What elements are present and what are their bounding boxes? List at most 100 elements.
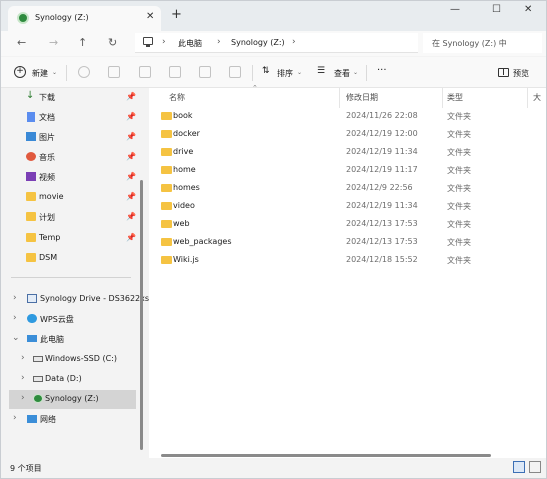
pin-icon[interactable]: 📌: [126, 92, 136, 101]
column-header-name[interactable]: 名称: [169, 92, 185, 103]
copy-icon[interactable]: [108, 66, 120, 78]
address-bar[interactable]: › 此电脑 › Synology (Z:) ›: [135, 33, 418, 53]
tiles-view-icon[interactable]: [529, 461, 541, 473]
tab-close-icon[interactable]: ✕: [146, 11, 154, 22]
chevron-right-icon[interactable]: ›: [21, 353, 25, 363]
paste-icon[interactable]: [139, 66, 151, 78]
close-window-button[interactable]: ✕: [524, 3, 532, 17]
sidebar-item-windows-ssd[interactable]: › Windows-SSD (C:): [9, 350, 139, 369]
sidebar-item-documents[interactable]: 文档 📌: [21, 108, 139, 127]
address-row: ← → ↑ ↻ › 此电脑 › Synology (Z:) › 在 Synolo…: [1, 31, 546, 56]
up-button[interactable]: ↑: [78, 36, 87, 49]
drive-c-icon: [33, 356, 43, 362]
item-count: 9 个项目: [10, 464, 42, 473]
table-row[interactable]: web_packages 2024/12/13 17:53 文件夹: [149, 233, 546, 251]
column-divider[interactable]: [527, 88, 528, 108]
sort-button[interactable]: 排序: [277, 68, 293, 79]
pin-icon[interactable]: 📌: [126, 172, 136, 181]
chevron-right-icon[interactable]: ›: [13, 293, 17, 303]
pin-icon[interactable]: 📌: [126, 192, 136, 201]
nav-scrollbar[interactable]: [140, 180, 143, 450]
sidebar-item-label: Temp: [39, 233, 61, 242]
pin-icon[interactable]: 📌: [126, 233, 136, 242]
sidebar-item-this-pc[interactable]: ⌄ 此电脑: [9, 330, 139, 349]
table-row[interactable]: book 2024/11/26 22:08 文件夹: [149, 107, 546, 125]
column-header-type[interactable]: 类型: [447, 92, 463, 103]
table-row[interactable]: home 2024/12/19 11:17 文件夹: [149, 161, 546, 179]
breadcrumb-synology[interactable]: Synology (Z:): [231, 38, 285, 47]
column-header-size[interactable]: 大: [533, 92, 541, 103]
synology-logo-icon: [17, 12, 29, 24]
delete-icon[interactable]: [229, 66, 241, 78]
table-row[interactable]: video 2024/12/19 11:34 文件夹: [149, 197, 546, 215]
details-view-icon[interactable]: [513, 461, 525, 473]
sidebar-item-downloads[interactable]: ↓ 下载 📌: [21, 88, 139, 107]
sidebar-item-dsm[interactable]: DSM: [21, 249, 139, 268]
table-row[interactable]: drive 2024/12/19 11:34 文件夹: [149, 143, 546, 161]
chevron-right-icon[interactable]: ›: [13, 413, 17, 423]
preview-button[interactable]: 预览: [513, 68, 529, 79]
chevron-down-icon[interactable]: ⌄: [12, 333, 20, 343]
forward-button[interactable]: →: [49, 36, 58, 49]
sidebar-item-synology-z[interactable]: › Synology (Z:): [9, 390, 136, 409]
folder-icon: [161, 220, 172, 228]
sidebar-item-label: 此电脑: [40, 335, 64, 344]
sidebar-item-plan[interactable]: 计划 📌: [21, 208, 139, 227]
rename-icon[interactable]: [169, 66, 181, 78]
sidebar-item-network[interactable]: › 网络: [9, 410, 139, 429]
sidebar-item-data-d[interactable]: › Data (D:): [9, 370, 139, 389]
pin-icon[interactable]: 📌: [126, 112, 136, 121]
breadcrumb-this-pc[interactable]: 此电脑: [178, 38, 202, 49]
table-row[interactable]: web 2024/12/13 17:53 文件夹: [149, 215, 546, 233]
pin-icon[interactable]: 📌: [126, 212, 136, 221]
maximize-button[interactable]: ☐: [492, 3, 501, 17]
search-input[interactable]: 在 Synology (Z:) 中: [423, 33, 542, 53]
table-row[interactable]: docker 2024/12/19 12:00 文件夹: [149, 125, 546, 143]
new-button[interactable]: 新建: [32, 68, 48, 79]
file-type: 文件夹: [447, 184, 471, 193]
sidebar-item-wps-cloud[interactable]: › WPS云盘: [9, 310, 139, 329]
refresh-button[interactable]: ↻: [108, 36, 117, 49]
view-button[interactable]: 查看: [334, 68, 350, 79]
share-icon[interactable]: [199, 66, 211, 78]
file-list: ⌃ 名称 修改日期 类型 大 book 2024/11/26 22:08 文件夹…: [149, 84, 546, 458]
minimize-button[interactable]: —: [450, 3, 460, 17]
sidebar-item-temp[interactable]: Temp 📌: [21, 229, 139, 248]
folder-icon: [161, 202, 172, 210]
file-date: 2024/12/13 17:53: [346, 237, 418, 246]
file-type: 文件夹: [447, 148, 471, 157]
chevron-right-icon[interactable]: ›: [21, 393, 25, 403]
chevron-right-icon[interactable]: ›: [21, 373, 25, 383]
toolbar-divider: [252, 65, 253, 81]
folder-icon: [161, 148, 172, 156]
back-button[interactable]: ←: [17, 36, 26, 49]
column-divider[interactable]: [339, 88, 340, 108]
column-header-date[interactable]: 修改日期: [346, 92, 378, 103]
sidebar-item-music[interactable]: 音乐 📌: [21, 148, 139, 167]
sidebar-item-movie[interactable]: movie 📌: [21, 188, 139, 207]
sidebar-item-videos[interactable]: 视频 📌: [21, 168, 139, 187]
column-divider[interactable]: [442, 88, 443, 108]
sort-icon: ⇅: [262, 66, 270, 76]
this-pc-icon: [27, 335, 37, 342]
sidebar-item-label: 下载: [39, 93, 55, 102]
tab-synology[interactable]: Synology (Z:) ✕: [8, 6, 161, 31]
file-explorer-window: Synology (Z:) ✕ + — ☐ ✕ ← → ↑ ↻ › 此电脑 › …: [0, 0, 547, 479]
more-options-button[interactable]: ···: [377, 65, 387, 76]
sort-arrow-icon: ⌃: [252, 84, 258, 92]
chevron-right-icon[interactable]: ›: [13, 313, 17, 323]
pin-icon[interactable]: 📌: [126, 132, 136, 141]
new-tab-button[interactable]: +: [171, 8, 182, 21]
table-row[interactable]: Wiki.js 2024/12/18 15:52 文件夹: [149, 251, 546, 269]
table-row[interactable]: homes 2024/12/9 22:56 文件夹: [149, 179, 546, 197]
preview-pane-icon: [498, 68, 509, 77]
sidebar-item-synology-drive[interactable]: › Synology Drive - DS3622xs: [9, 290, 149, 309]
cloud-icon: [27, 314, 37, 323]
horizontal-scrollbar[interactable]: [161, 454, 491, 457]
sidebar-item-pictures[interactable]: 图片 📌: [21, 128, 139, 147]
sidebar-item-label: Windows-SSD (C:): [45, 354, 117, 363]
cut-icon[interactable]: [78, 66, 90, 78]
file-date: 2024/12/19 12:00: [346, 129, 418, 138]
sidebar-item-label: 视频: [39, 173, 55, 182]
pin-icon[interactable]: 📌: [126, 152, 136, 161]
